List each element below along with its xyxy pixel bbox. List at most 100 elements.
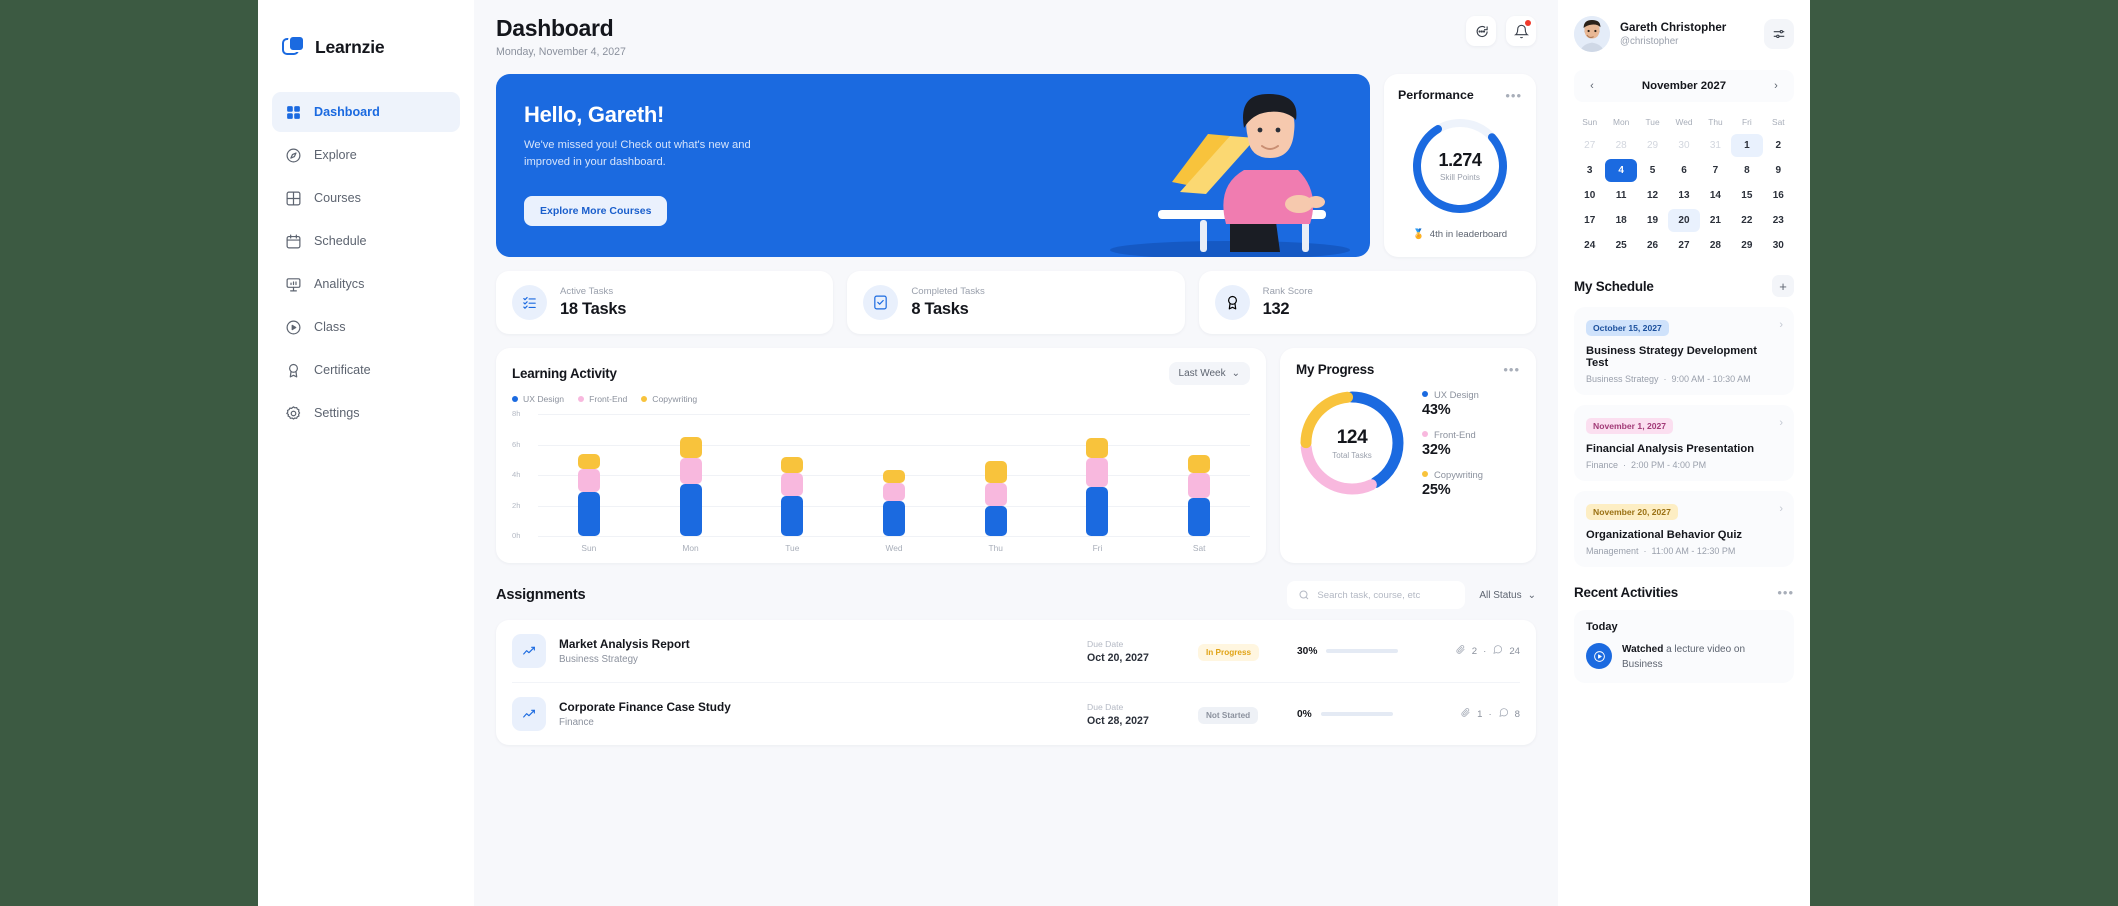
- calendar-day[interactable]: 26: [1637, 234, 1668, 257]
- user-profile[interactable]: Gareth Christopher @christopher: [1574, 16, 1794, 52]
- calendar-day[interactable]: 29: [1637, 134, 1668, 157]
- calendar-day[interactable]: 30: [1763, 234, 1794, 257]
- progress-legend-item: Copywriting 25%: [1422, 469, 1483, 498]
- sidebar-item-class[interactable]: Class: [272, 307, 460, 347]
- calendar-day[interactable]: 10: [1574, 184, 1605, 207]
- chevron-left-icon[interactable]: ‹: [1583, 77, 1601, 95]
- bar-segment: [1086, 458, 1109, 488]
- chevron-right-icon[interactable]: ›: [1779, 417, 1783, 429]
- progress-value: 30%: [1297, 645, 1318, 657]
- recent-activities-more-icon[interactable]: •••: [1777, 586, 1794, 599]
- calendar-day[interactable]: 20: [1668, 209, 1700, 232]
- calendar-day[interactable]: 28: [1700, 234, 1731, 257]
- performance-more-icon[interactable]: •••: [1505, 89, 1522, 102]
- calendar-day[interactable]: 5: [1637, 159, 1668, 182]
- calendar-day[interactable]: 17: [1574, 209, 1605, 232]
- calendar-day[interactable]: 2: [1763, 134, 1794, 157]
- schedule-item[interactable]: November 20, 2027 Organizational Behavior…: [1574, 491, 1794, 567]
- sidebar-item-dashboard[interactable]: Dashboard: [272, 92, 460, 132]
- award-icon: [284, 361, 302, 379]
- schedule-time: 9:00 AM - 10:30 AM: [1671, 374, 1751, 384]
- calendar-day[interactable]: 27: [1668, 234, 1699, 257]
- calendar-day[interactable]: 13: [1668, 184, 1699, 207]
- calendar-day[interactable]: 11: [1605, 184, 1636, 207]
- chevron-right-icon[interactable]: ›: [1779, 503, 1783, 515]
- schedule-list: October 15, 2027 Business Strategy Develo…: [1574, 307, 1794, 567]
- date-range-select[interactable]: Last Week ⌄: [1168, 362, 1250, 385]
- activity-rows: Watched a lecture video on Business: [1586, 643, 1782, 672]
- sidebar-item-schedule[interactable]: Schedule: [272, 221, 460, 261]
- sidebar-item-certificate[interactable]: Certificate: [272, 350, 460, 390]
- calendar-day[interactable]: 16: [1763, 184, 1794, 207]
- chevron-right-icon[interactable]: ›: [1767, 77, 1785, 95]
- separator: ·: [1488, 708, 1492, 720]
- learning-activity-header: Learning Activity Last Week ⌄: [512, 362, 1250, 385]
- calendar-day[interactable]: 14: [1700, 184, 1731, 207]
- calendar-day[interactable]: 1: [1731, 134, 1763, 157]
- recent-activities-header: Recent Activities •••: [1574, 585, 1794, 600]
- chevron-right-icon[interactable]: ›: [1779, 319, 1783, 331]
- calendar-day[interactable]: 29: [1731, 234, 1762, 257]
- search-input[interactable]: [1317, 589, 1455, 601]
- calendar-day[interactable]: 30: [1668, 134, 1699, 157]
- sidebar-item-explore[interactable]: Explore: [272, 135, 460, 175]
- hero-message: We've missed you! Check out what's new a…: [524, 139, 751, 169]
- schedule-item[interactable]: October 15, 2027 Business Strategy Develo…: [1574, 307, 1794, 395]
- sidebar-item-courses[interactable]: Courses: [272, 178, 460, 218]
- assignments-search[interactable]: [1287, 581, 1466, 609]
- sidebar-item-analitycs[interactable]: Analitycs: [272, 264, 460, 304]
- assignments-tools: All Status ⌄: [1287, 581, 1536, 609]
- notification-badge: [1525, 20, 1531, 26]
- bar-segment: [883, 482, 906, 501]
- sidebar-item-label: Schedule: [314, 234, 367, 248]
- progress-value: 0%: [1297, 708, 1312, 720]
- calendar-day[interactable]: 27: [1574, 134, 1605, 157]
- assignment-name: Market Analysis Report: [559, 637, 690, 651]
- play-circle-icon: [1586, 643, 1612, 669]
- calendar-day[interactable]: 25: [1605, 234, 1636, 257]
- bar-segment: [984, 461, 1007, 483]
- chat-icon[interactable]: [1466, 16, 1496, 46]
- activity-action: Watched: [1622, 644, 1664, 655]
- calendar-day[interactable]: 24: [1574, 234, 1605, 257]
- calendar-day[interactable]: 6: [1668, 159, 1699, 182]
- calendar-widget: ‹ November 2027 › Sun Mon Tue Wed Thu Fri Sat 2…: [1574, 70, 1794, 257]
- schedule-item[interactable]: November 1, 2027 Financial Analysis Prese…: [1574, 405, 1794, 481]
- calendar-day[interactable]: 12: [1637, 184, 1668, 207]
- explore-more-courses-button[interactable]: Explore More Courses: [524, 195, 668, 226]
- schedule-time: 11:00 AM - 12:30 PM: [1651, 546, 1736, 556]
- calendar-day[interactable]: 28: [1605, 134, 1636, 157]
- my-progress-more-icon[interactable]: •••: [1503, 363, 1520, 376]
- calendar-day[interactable]: 7: [1700, 159, 1731, 182]
- progress-legend: UX Design 43% Front-End 32% Copywriting 25%: [1422, 389, 1483, 498]
- sidebar-item-settings[interactable]: Settings: [272, 393, 460, 433]
- hero-row: Hello, Gareth! We've missed you! Check o…: [496, 74, 1536, 257]
- calendar-day[interactable]: 18: [1605, 209, 1636, 232]
- calendar-day[interactable]: 31: [1700, 134, 1731, 157]
- status-filter-select[interactable]: All Status ⌄: [1479, 590, 1536, 601]
- sliders-icon[interactable]: [1764, 19, 1794, 49]
- table-row[interactable]: Corporate Finance Case Study Finance Due D…: [512, 682, 1520, 745]
- calendar-day[interactable]: 15: [1731, 184, 1762, 207]
- calendar-day[interactable]: 4: [1605, 159, 1637, 182]
- schedule-course: Business Strategy: [1586, 374, 1659, 384]
- legend-label: UX Design: [523, 394, 565, 404]
- schedule-event-meta: Business Strategy · 9:00 AM - 10:30 AM: [1586, 374, 1751, 384]
- bell-icon[interactable]: [1506, 16, 1536, 46]
- table-row[interactable]: Market Analysis Report Business Strategy D…: [512, 620, 1520, 682]
- sidebar-item-label: Certificate: [314, 363, 371, 377]
- my-progress-body: 124 Total Tasks UX Design 43% Front-End 32%…: [1296, 387, 1520, 499]
- calendar-day[interactable]: 19: [1637, 209, 1668, 232]
- calendar-day[interactable]: 8: [1731, 159, 1762, 182]
- legend-label: Copywriting: [1434, 468, 1483, 480]
- bar-segment: [883, 500, 906, 536]
- assignment-name: Corporate Finance Case Study: [559, 700, 731, 714]
- calendar-day[interactable]: 22: [1731, 209, 1762, 232]
- chevron-down-icon: ⌄: [1231, 368, 1240, 379]
- plus-icon[interactable]: +: [1772, 275, 1794, 297]
- calendar-day[interactable]: 21: [1700, 209, 1731, 232]
- calendar-day[interactable]: 3: [1574, 159, 1605, 182]
- calendar-day[interactable]: 9: [1763, 159, 1794, 182]
- status-badge: In Progress: [1198, 644, 1260, 661]
- calendar-day[interactable]: 23: [1763, 209, 1794, 232]
